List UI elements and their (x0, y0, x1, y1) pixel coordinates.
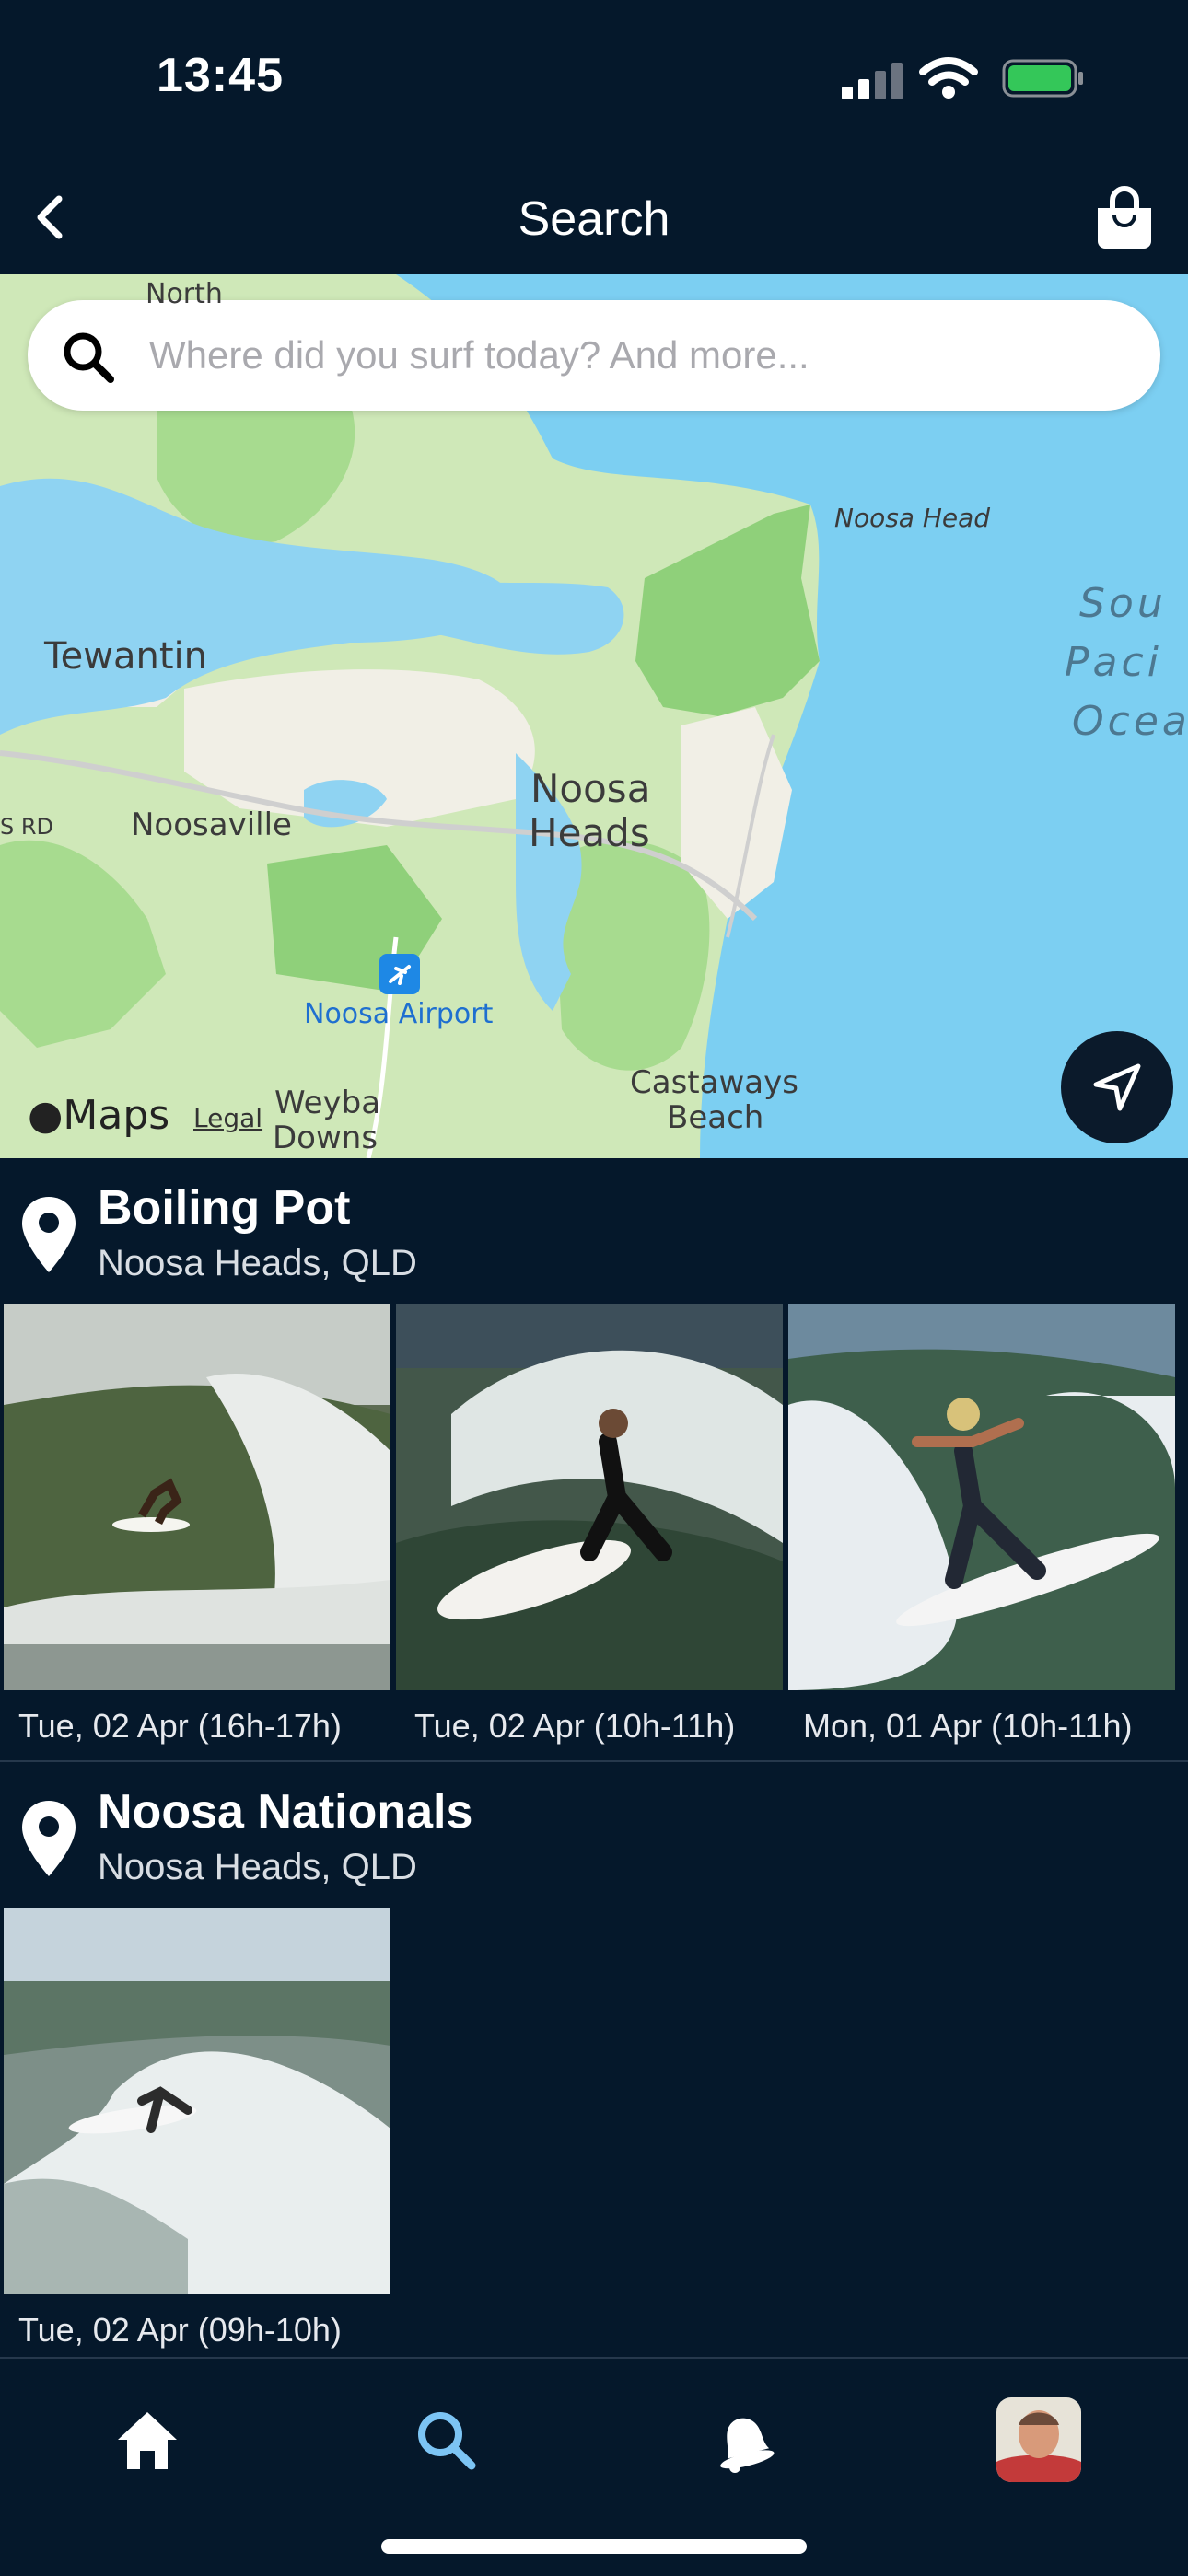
navigation-bar: Search (0, 157, 1188, 274)
surf-photo-image (788, 1304, 1175, 1690)
apple-maps-logo: ●Maps (28, 1092, 170, 1139)
location-pin-icon (22, 1197, 76, 1272)
spot-name[interactable]: Noosa Nationals (98, 1784, 472, 1839)
spot-name[interactable]: Boiling Pot (98, 1180, 350, 1236)
surf-photo-image (4, 1908, 390, 2294)
map-label-noosaville: Noosaville (131, 806, 292, 843)
map-label-tewantin: Tewantin (44, 635, 207, 678)
apple-logo-icon: ● (28, 1092, 64, 1139)
map-label-weyba-1: Weyba (274, 1085, 381, 1121)
session-caption: Tue, 02 Apr (16h-17h) (18, 1707, 342, 1745)
map-label-noosa-heads-2: Heads (529, 810, 650, 855)
legal-link[interactable]: Legal (193, 1103, 262, 1133)
page-title: Search (518, 192, 670, 246)
session-photo[interactable] (4, 1304, 390, 1690)
home-indicator[interactable] (381, 2539, 807, 2554)
search-icon (64, 332, 114, 383)
status-bar: 13:45 (0, 0, 1188, 157)
map-view[interactable]: North Tewantin Noosa Head Sou Paci Ocea … (0, 274, 1188, 1158)
map-label-ocean-1: Sou (1079, 580, 1167, 627)
search-icon[interactable] (409, 2403, 483, 2477)
session-photo[interactable] (4, 1908, 390, 2294)
map-label-noosa-airport: Noosa Airport (304, 998, 494, 1030)
shopping-bag-icon[interactable] (1094, 186, 1155, 250)
map-label-weyba-2: Downs (273, 1120, 379, 1156)
spot-location: Noosa Heads, QLD (98, 1243, 417, 1283)
map-label-ocean-2: Paci (1065, 639, 1162, 686)
session-photo[interactable] (396, 1304, 783, 1690)
spot-section: Boiling Pot Noosa Heads, QLD Tue, 02 Apr… (0, 1158, 1188, 1760)
cellular-signal-icon (842, 63, 903, 99)
profile-photo (996, 2397, 1081, 2482)
map-label-road: S RD (0, 814, 54, 840)
search-bar[interactable] (28, 300, 1160, 411)
map-label-noosa-head: Noosa Head (834, 503, 991, 533)
surf-photo-image (4, 1304, 390, 1690)
airport-icon (379, 954, 420, 994)
session-caption: Tue, 02 Apr (09h-10h) (18, 2311, 342, 2349)
session-caption: Tue, 02 Apr (10h-11h) (414, 1707, 736, 1745)
status-time: 13:45 (157, 49, 284, 102)
map-label-noosa-heads-1: Noosa (530, 766, 651, 811)
bell-icon[interactable] (705, 2403, 779, 2477)
wifi-icon (919, 57, 978, 99)
home-icon[interactable] (111, 2403, 184, 2477)
location-pin-icon (22, 1801, 76, 1876)
spot-location: Noosa Heads, QLD (98, 1847, 417, 1887)
spot-section: Noosa Nationals Noosa Heads, QLD Tue, 02… (0, 1762, 1188, 2357)
avatar[interactable] (996, 2397, 1081, 2482)
location-arrow-icon (1093, 1063, 1141, 1111)
session-photo[interactable] (788, 1304, 1175, 1690)
map-label-castaways-1: Castaways (630, 1064, 798, 1101)
session-caption: Mon, 01 Apr (10h-11h) (803, 1707, 1133, 1745)
battery-icon (1002, 59, 1083, 98)
map-label-ocean-3: Ocea (1072, 698, 1188, 745)
map-label-castaways-2: Beach (667, 1099, 764, 1136)
surf-photo-image (396, 1304, 783, 1690)
search-input[interactable] (147, 324, 1127, 387)
map-label-north: North (146, 278, 223, 310)
current-location-button[interactable] (1061, 1031, 1173, 1143)
